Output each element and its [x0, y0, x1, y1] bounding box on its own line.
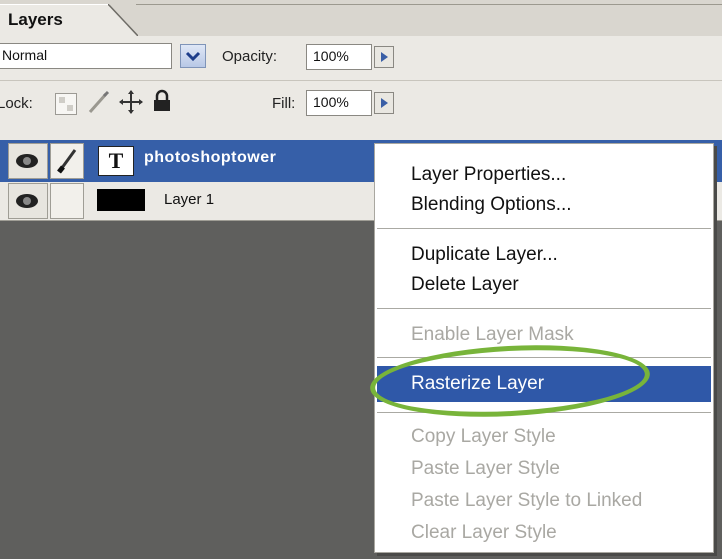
layer-1-thumbnail: [97, 189, 145, 211]
menu-item-paste-layer-style-to-linked: Paste Layer Style to Linked: [411, 490, 643, 511]
lock-transparency-checkbox[interactable]: [55, 93, 77, 115]
fill-field[interactable]: 100%: [306, 90, 372, 116]
tab-line: [136, 4, 722, 5]
layer-name-photoshoptower: photoshoptower: [144, 149, 277, 166]
blend-mode-value: Normal: [2, 47, 48, 63]
dropdown-chevron-icon: [185, 51, 201, 62]
menu-item-paste-layer-style: Paste Layer Style: [411, 458, 560, 479]
toolbar-divider: [0, 80, 722, 81]
padlock-icon[interactable]: [152, 89, 172, 113]
blend-mode-select[interactable]: Normal: [0, 43, 172, 69]
move-lock-icon[interactable]: [118, 89, 144, 115]
visibility-eye-icon: [16, 154, 38, 168]
visibility-toggle-layer1[interactable]: [8, 143, 48, 179]
tab-layers[interactable]: Layers: [0, 4, 110, 37]
menu-separator: [377, 308, 711, 309]
lock-label: Lock:: [0, 95, 33, 112]
blend-mode-dropdown-button[interactable]: [180, 44, 206, 68]
tab-layers-label: Layers: [8, 10, 63, 29]
layer-name-layer-1: Layer 1: [164, 191, 215, 208]
brush-link-toggle-layer1[interactable]: [50, 143, 84, 179]
menu-item-enable-layer-mask: Enable Layer Mask: [411, 324, 574, 345]
menu-item-layer-properties[interactable]: Layer Properties...: [411, 164, 566, 186]
fill-value: 100%: [313, 94, 349, 110]
visibility-toggle-layer2[interactable]: [8, 183, 48, 219]
fill-slider-button[interactable]: [374, 92, 394, 114]
arrow-right-icon: [381, 52, 388, 62]
opacity-label: Opacity:: [222, 48, 278, 65]
brush-lock-icon[interactable]: [86, 90, 112, 116]
arrow-right-icon: [381, 98, 388, 108]
brush-link-icon: [57, 149, 77, 174]
fill-label: Fill:: [272, 95, 296, 112]
brush-link-toggle-layer2[interactable]: [50, 183, 84, 219]
tab-edge: [108, 4, 138, 36]
menu-item-clear-layer-style: Clear Layer Style: [411, 522, 557, 543]
menu-item-copy-layer-style: Copy Layer Style: [411, 426, 556, 447]
menu-separator: [377, 228, 711, 229]
opacity-field[interactable]: 100%: [306, 44, 372, 70]
transparency-lock-icon: [59, 97, 73, 111]
opacity-slider-button[interactable]: [374, 46, 394, 68]
menu-item-duplicate-layer[interactable]: Duplicate Layer...: [411, 244, 558, 266]
visibility-eye-icon: [16, 194, 38, 208]
menu-item-delete-layer[interactable]: Delete Layer: [411, 274, 519, 296]
type-glyph: T: [108, 148, 124, 173]
menu-item-blending-options[interactable]: Blending Options...: [411, 194, 572, 216]
type-layer-thumbnail: T: [98, 146, 134, 176]
opacity-value: 100%: [313, 48, 349, 64]
